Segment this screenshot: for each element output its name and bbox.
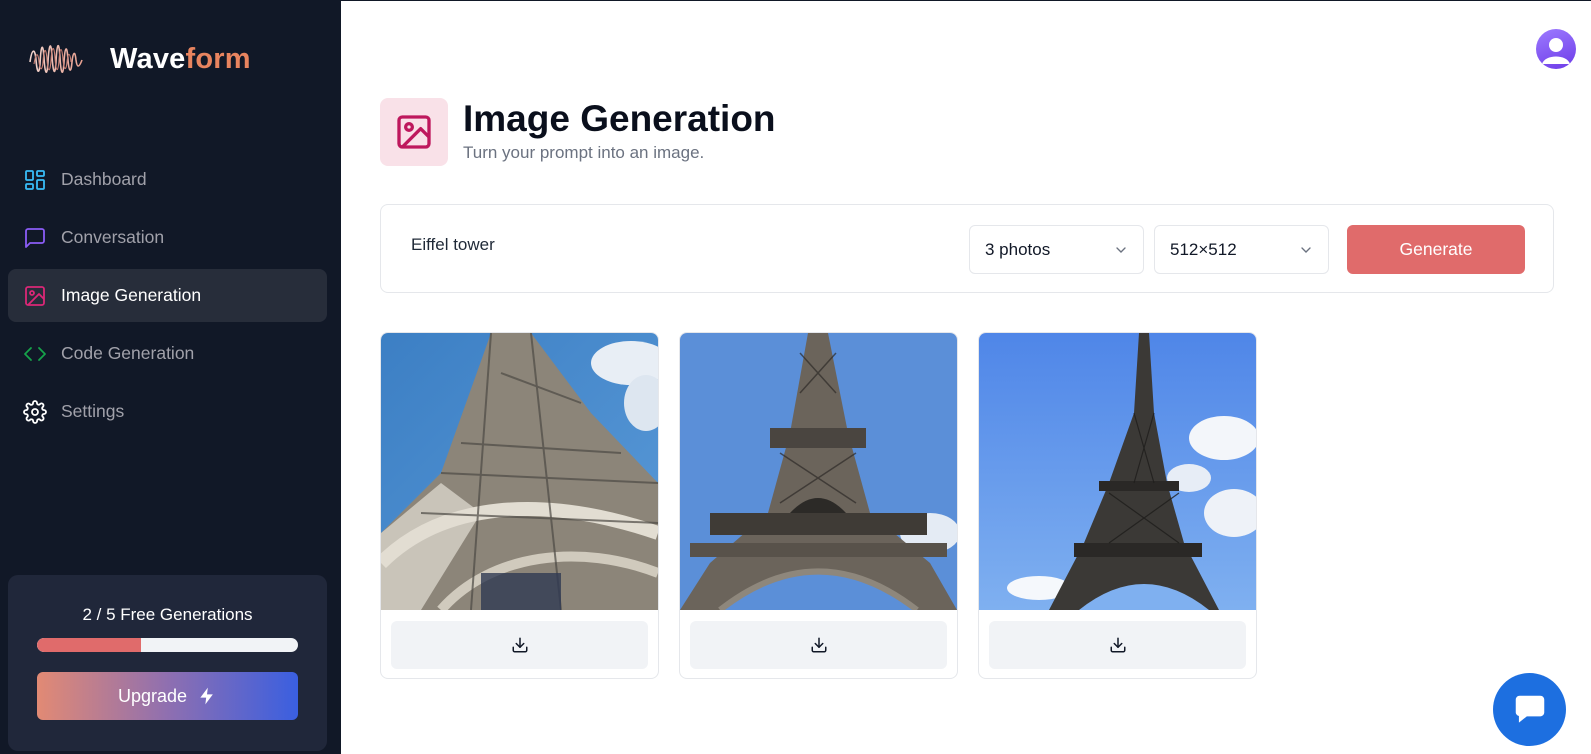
sidebar-item-image-generation[interactable]: Image Generation <box>8 269 327 322</box>
waveform-logo-icon <box>29 44 83 73</box>
brand-name: Waveform <box>110 43 251 76</box>
sidebar-item-settings[interactable]: Settings <box>8 385 327 438</box>
amount-select[interactable]: 3 photos <box>969 225 1144 274</box>
sidebar-item-label: Code Generation <box>61 343 195 363</box>
sidebar-item-conversation[interactable]: Conversation <box>8 211 327 264</box>
brand[interactable]: Waveform <box>28 38 251 80</box>
generated-image <box>680 333 957 610</box>
sidebar-nav: Dashboard Conversation Image Generation … <box>8 153 327 443</box>
user-icon <box>1542 38 1570 64</box>
sidebar: Waveform Dashboard Conversation Image Ge… <box>0 0 341 754</box>
usage-progress-bar <box>37 638 298 652</box>
page-title: Image Generation <box>463 98 776 139</box>
brand-name-part2: form <box>185 42 251 75</box>
free-usage-counter: 2 / 5 Free Generations Upgrade <box>8 575 327 751</box>
amount-select-value: 3 photos <box>985 239 1051 259</box>
image-card <box>679 332 958 679</box>
download-button[interactable] <box>989 621 1246 669</box>
image-results <box>380 332 1277 679</box>
page-subtitle: Turn your prompt into an image. <box>463 143 705 162</box>
sidebar-item-label: Dashboard <box>61 169 147 189</box>
chat-support-button[interactable] <box>1493 673 1566 746</box>
sidebar-item-label: Settings <box>61 401 125 421</box>
code-icon <box>23 342 47 366</box>
image-icon <box>397 115 431 149</box>
download-button[interactable] <box>391 621 648 669</box>
resolution-select[interactable]: 512×512 <box>1154 225 1329 274</box>
prompt-form: 3 photos 512×512 Generate <box>380 204 1554 293</box>
top-border <box>341 0 1591 1</box>
brand-name-part1: Wave <box>110 42 186 75</box>
sidebar-item-dashboard[interactable]: Dashboard <box>8 153 327 206</box>
upgrade-button[interactable]: Upgrade <box>37 672 298 720</box>
chevron-down-icon <box>1301 247 1311 253</box>
prompt-input[interactable] <box>411 235 911 255</box>
download-icon <box>1110 637 1125 653</box>
image-card <box>380 332 659 679</box>
chat-bubble-icon <box>1515 695 1544 723</box>
download-icon <box>512 637 527 653</box>
resolution-select-value: 512×512 <box>1170 239 1237 259</box>
generated-image <box>381 333 658 610</box>
user-avatar[interactable] <box>1536 29 1576 69</box>
sidebar-item-code-generation[interactable]: Code Generation <box>8 327 327 380</box>
gear-icon <box>23 399 47 424</box>
generated-image <box>979 333 1256 610</box>
sidebar-item-label: Image Generation <box>61 285 202 305</box>
zap-icon <box>200 687 213 705</box>
message-square-icon <box>23 226 47 250</box>
download-button[interactable] <box>690 621 947 669</box>
header-icon-box <box>380 98 448 166</box>
dashboard-icon <box>23 168 47 192</box>
usage-text: 2 / 5 Free Generations <box>82 605 253 624</box>
chevron-down-icon <box>1116 247 1126 253</box>
image-card <box>978 332 1257 679</box>
sidebar-item-label: Conversation <box>61 227 165 247</box>
download-icon <box>811 637 826 653</box>
image-icon <box>23 284 47 308</box>
upgrade-label: Upgrade <box>117 685 188 706</box>
usage-progress-fill <box>37 638 142 652</box>
generate-button[interactable]: Generate <box>1347 225 1525 274</box>
